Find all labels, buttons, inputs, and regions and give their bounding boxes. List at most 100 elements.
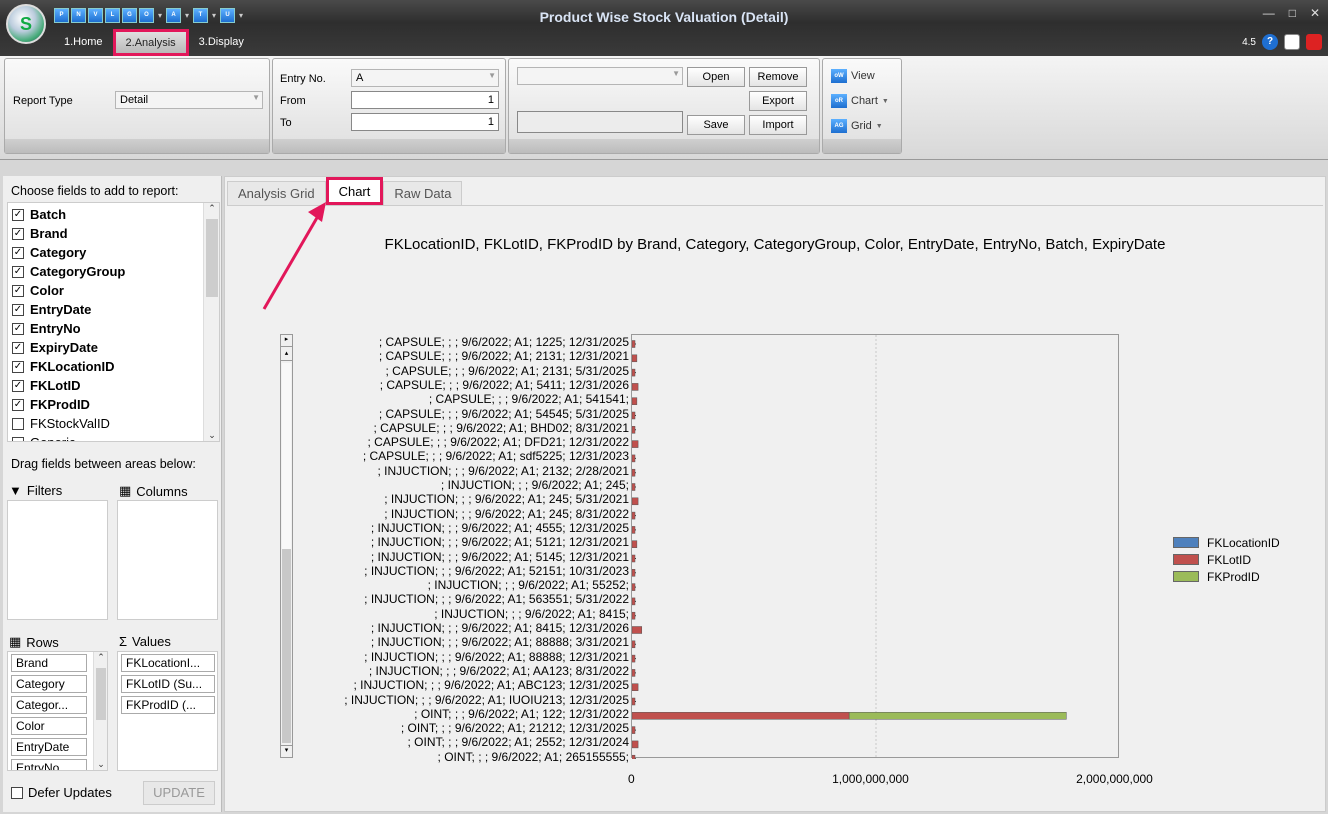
bar-fkprodid[interactable] <box>848 712 1067 720</box>
field-checkbox[interactable]: ✓ <box>12 284 24 297</box>
bar-fklotid[interactable] <box>631 583 636 591</box>
bar-fklotid[interactable] <box>631 654 636 663</box>
defer-checkbox[interactable] <box>11 786 23 799</box>
row-field-chip[interactable]: Color <box>11 717 87 735</box>
exit-icon[interactable] <box>1306 34 1322 50</box>
rows-scrollbar[interactable]: ⌃ ⌄ <box>93 652 107 770</box>
bar-fklotid[interactable] <box>631 426 636 434</box>
bar-fklotid[interactable] <box>631 454 636 463</box>
field-item[interactable]: ✓ EntryDate <box>12 300 91 319</box>
bar-fklotid[interactable] <box>631 440 639 448</box>
field-item[interactable]: ✓ Color <box>12 281 64 300</box>
values-area[interactable]: FKLocationI... FKLotID (Su... FKProdID (..… <box>117 651 218 771</box>
scroll-thumb[interactable] <box>206 219 218 297</box>
field-item[interactable]: ✓ FKLotID <box>12 376 81 395</box>
field-item[interactable]: ✓ CategoryGroup <box>12 262 125 281</box>
document-icon[interactable] <box>1284 34 1300 50</box>
rows-area[interactable]: ⌃ ⌄ Brand Category Categor... Color EntryDat… <box>7 651 108 771</box>
field-checkbox[interactable]: ✓ <box>12 360 24 373</box>
field-item[interactable]: ✓ Category <box>12 243 86 262</box>
bar-fklotid[interactable] <box>631 554 636 563</box>
bar-fklotid[interactable] <box>631 697 636 706</box>
bar-fklotid[interactable] <box>631 354 638 363</box>
bar-fklotid[interactable] <box>631 669 636 677</box>
bar-fklotid[interactable] <box>631 397 638 405</box>
export-button[interactable]: Export <box>749 91 807 111</box>
chart-scrollbar[interactable]: ▸ ▴ ▾ <box>280 334 293 758</box>
entry-no-select[interactable]: A ▼ <box>351 69 499 87</box>
help-icon[interactable]: ? <box>1262 34 1278 50</box>
field-checkbox[interactable]: ✓ <box>12 322 24 335</box>
field-item[interactable]: ✓ FKLocationID <box>12 357 115 376</box>
field-checkbox[interactable]: ✓ <box>12 246 24 259</box>
field-item[interactable]: Generic <box>12 433 76 441</box>
scroll-right-icon[interactable]: ▸ <box>281 335 292 347</box>
field-checkbox[interactable]: ✓ <box>12 227 24 240</box>
bar-fklotid[interactable] <box>631 754 636 763</box>
value-field-chip[interactable]: FKLocationI... <box>121 654 215 672</box>
layout-select[interactable]: ▼ <box>517 67 683 85</box>
scroll-thumb[interactable] <box>96 668 106 720</box>
close-icon[interactable]: ✕ <box>1310 6 1320 20</box>
menu-display[interactable]: 3.Display <box>189 32 254 54</box>
to-input[interactable]: 1 <box>351 113 499 131</box>
bar-fklotid[interactable] <box>631 497 639 506</box>
bar-fklotid[interactable] <box>631 468 636 477</box>
field-checkbox[interactable]: ✓ <box>12 341 24 354</box>
field-list[interactable]: ⌃ ⌄ ✓ Batch ✓ Brand ✓ Category ✓ CategoryGroup ✓… <box>7 202 220 442</box>
field-list-scrollbar[interactable]: ⌃ ⌄ <box>203 203 219 441</box>
field-item[interactable]: ✓ Brand <box>12 224 68 243</box>
row-field-chip[interactable]: Category <box>11 675 87 693</box>
bar-fklotid[interactable] <box>631 340 636 348</box>
import-button[interactable]: Import <box>749 115 807 135</box>
bar-fklotid[interactable] <box>631 569 636 577</box>
bar-fklotid[interactable] <box>631 626 643 634</box>
field-checkbox[interactable]: ✓ <box>12 398 24 411</box>
field-checkbox[interactable] <box>12 436 24 441</box>
remove-button[interactable]: Remove <box>749 67 807 87</box>
columns-area[interactable] <box>117 500 218 620</box>
bar-fklotid[interactable] <box>631 712 850 720</box>
field-item[interactable]: ✓ FKProdID <box>12 395 90 414</box>
scroll-track[interactable] <box>282 363 291 549</box>
bar-fklotid[interactable] <box>631 726 636 734</box>
scroll-down-icon[interactable]: ▾ <box>281 745 292 757</box>
bar-fklotid[interactable] <box>631 597 636 606</box>
defer-updates-toggle[interactable]: Defer Updates <box>11 785 112 800</box>
bar-fklotid[interactable] <box>631 740 639 749</box>
field-item[interactable]: FKStockValID <box>12 414 110 433</box>
maximize-icon[interactable]: □ <box>1289 6 1296 20</box>
field-checkbox[interactable] <box>12 417 24 430</box>
scroll-up-icon[interactable]: ⌃ <box>204 203 219 214</box>
scroll-thumb[interactable] <box>282 549 291 743</box>
save-button[interactable]: Save <box>687 115 745 135</box>
tab-raw-data[interactable]: Raw Data <box>383 181 463 205</box>
row-field-chip[interactable]: EntryNo <box>11 759 87 770</box>
update-button[interactable]: UPDATE <box>143 781 215 805</box>
bar-fklotid[interactable] <box>631 383 639 391</box>
row-field-chip[interactable]: EntryDate <box>11 738 87 756</box>
tab-chart[interactable]: Chart <box>325 177 384 205</box>
field-item[interactable]: ✓ EntryNo <box>12 319 81 338</box>
scroll-up-icon[interactable]: ▴ <box>281 349 292 361</box>
menu-home[interactable]: 1.Home <box>54 32 113 54</box>
from-input[interactable]: 1 <box>351 91 499 109</box>
view-button[interactable]: oW View <box>831 69 875 83</box>
scroll-down-icon[interactable]: ⌄ <box>204 430 219 441</box>
chart-button[interactable]: oR Chart ▼ <box>831 94 889 108</box>
tab-analysis-grid[interactable]: Analysis Grid <box>227 181 326 205</box>
bar-fklotid[interactable] <box>631 683 639 691</box>
row-field-chip[interactable]: Categor... <box>11 696 87 714</box>
field-checkbox[interactable]: ✓ <box>12 208 24 221</box>
minimize-icon[interactable]: — <box>1263 6 1275 20</box>
bar-fklotid[interactable] <box>631 511 636 520</box>
scroll-down-icon[interactable]: ⌄ <box>94 759 107 770</box>
grid-button[interactable]: AG Grid ▼ <box>831 119 883 133</box>
bar-fklotid[interactable] <box>631 483 636 491</box>
field-checkbox[interactable]: ✓ <box>12 303 24 316</box>
scroll-up-icon[interactable]: ⌃ <box>94 652 107 663</box>
report-type-select[interactable]: Detail ▼ <box>115 91 263 109</box>
bar-fklotid[interactable] <box>631 611 636 620</box>
menu-analysis[interactable]: 2.Analysis <box>112 29 189 56</box>
layout-name-input[interactable] <box>517 111 683 133</box>
